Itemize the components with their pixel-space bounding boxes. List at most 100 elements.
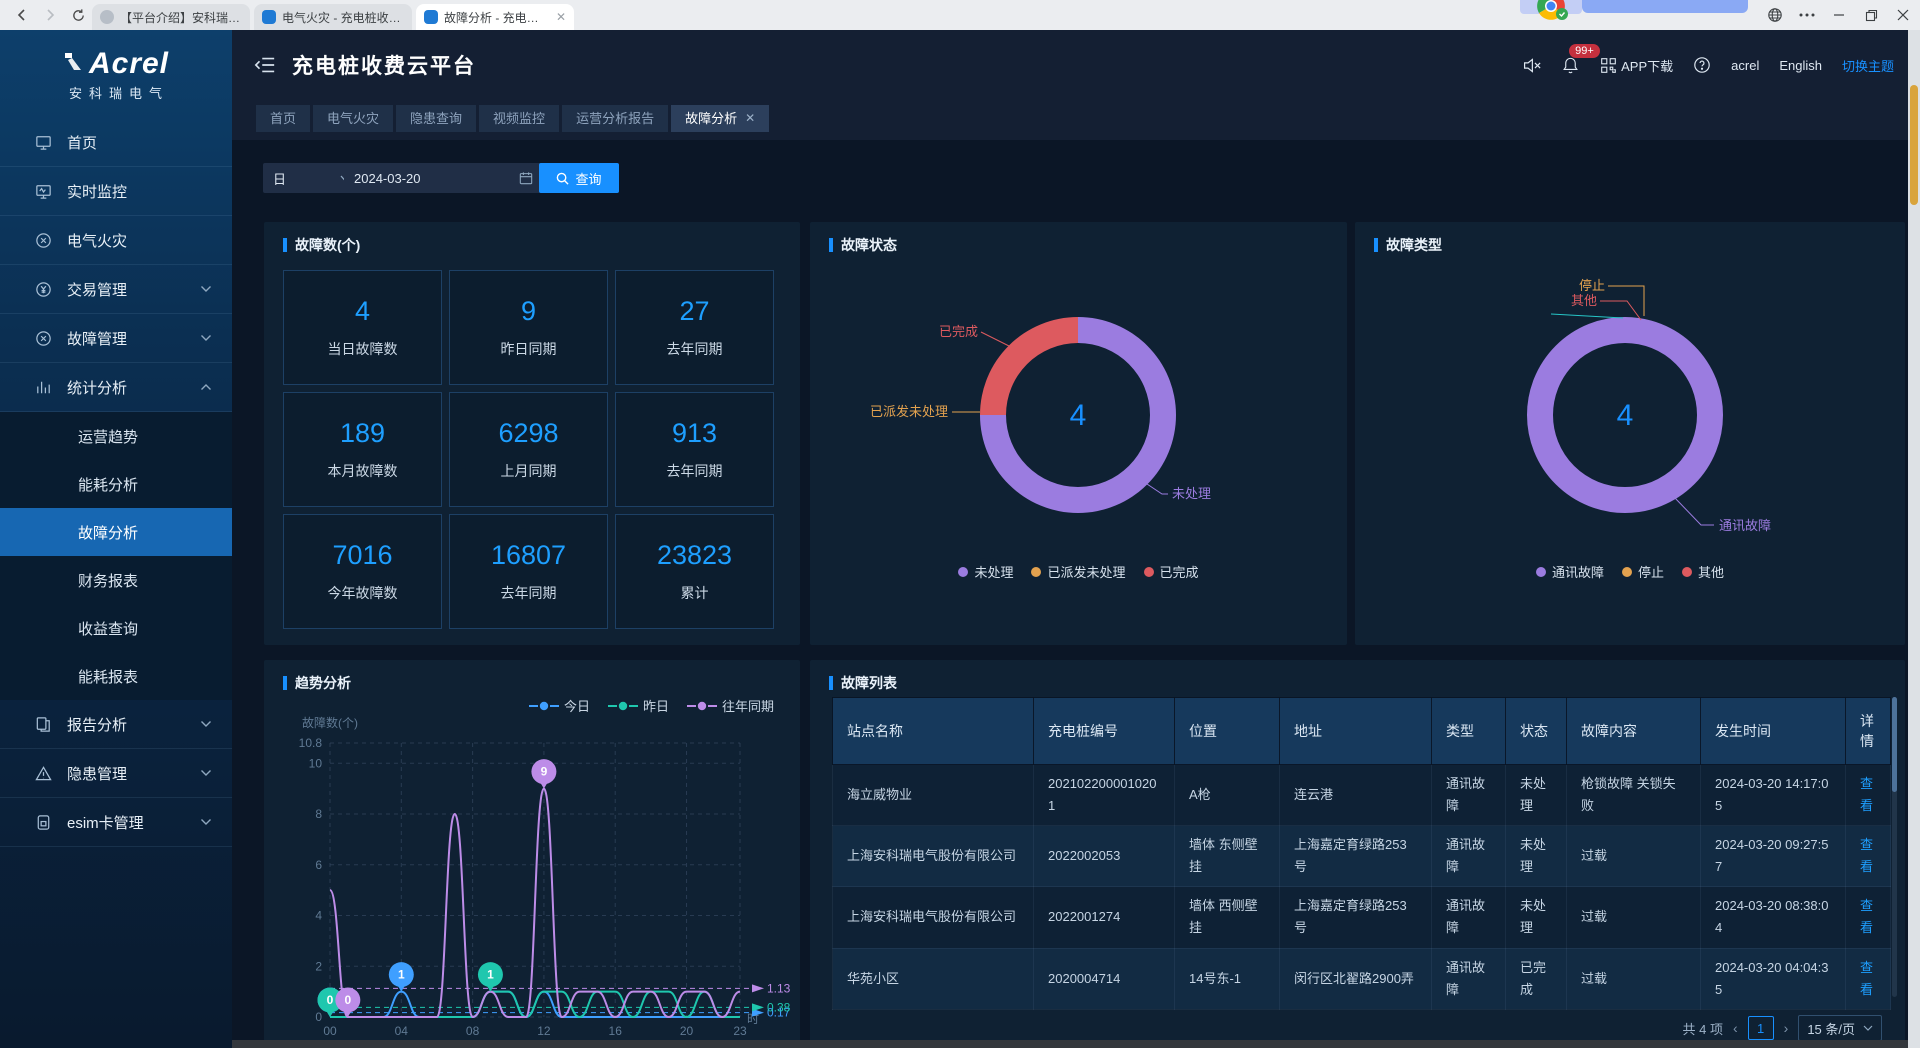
page-tab-0[interactable]: 首页 (256, 105, 310, 132)
legend-dot (1031, 567, 1041, 577)
table-scrollbar[interactable] (1892, 697, 1897, 997)
page-scrollbar[interactable] (1908, 30, 1920, 1048)
tab-close-icon[interactable]: ✕ (745, 105, 755, 132)
page-tab-3[interactable]: 视频监控 (479, 105, 559, 132)
sidebar-subitem-0[interactable]: 运营趋势 (0, 412, 232, 460)
legend-item[interactable]: 通讯故障 (1536, 562, 1604, 581)
sidebar-item-monitor[interactable]: 实时监控 (0, 167, 232, 216)
view-detail-link[interactable]: 查看 (1860, 898, 1873, 935)
sidebar-item-fault[interactable]: 故障管理 (0, 314, 232, 363)
sim-icon (34, 813, 53, 832)
page-tab-5[interactable]: 故障分析✕ (671, 105, 769, 132)
stat-label: 今年故障数 (328, 583, 398, 603)
sidebar-nav: 首页实时监控电气火灾交易管理故障管理统计分析运营趋势能耗分析故障分析财务报表收益… (0, 118, 232, 847)
sidebar-item-label: 首页 (67, 132, 97, 153)
prev-page-button[interactable]: ‹ (1733, 1020, 1738, 1036)
next-page-button[interactable]: › (1784, 1020, 1789, 1036)
browser-tab[interactable]: 【平台介绍】安科瑞AcrelCloud-9 (92, 4, 250, 30)
sidebar-item-label: esim卡管理 (67, 812, 144, 833)
window-close-icon[interactable] (1886, 0, 1920, 30)
notifications-bell-icon[interactable]: 99+ (1561, 56, 1580, 75)
page-tab-2[interactable]: 隐患查询 (396, 105, 476, 132)
table-cell: 查看 (1846, 948, 1891, 1009)
stat-value: 16807 (491, 540, 566, 571)
stat-value: 9 (521, 296, 536, 327)
svg-text:12: 12 (537, 1024, 551, 1038)
page-number[interactable]: 1 (1748, 1016, 1774, 1040)
table-cell: 上海嘉定育绿路253号 (1280, 887, 1432, 948)
browser-tab[interactable]: 故障分析 - 充电桩收费云平台✕ (416, 4, 574, 30)
speaker-mute-icon[interactable] (1522, 56, 1541, 75)
browser-back-icon[interactable] (10, 3, 34, 27)
view-detail-link[interactable]: 查看 (1860, 837, 1873, 874)
table-cell: 查看 (1846, 887, 1891, 948)
browser-globe-icon[interactable] (1758, 0, 1792, 30)
stat-card: 189 本月故障数 (283, 392, 442, 507)
legend-item[interactable]: 已完成 (1144, 562, 1199, 581)
chevron-down-icon (200, 285, 212, 293)
sidebar-collapse-icon[interactable] (254, 54, 276, 76)
sidebar-item-home[interactable]: 首页 (0, 118, 232, 167)
stat-label: 去年同期 (501, 583, 557, 603)
stat-label: 去年同期 (667, 339, 723, 359)
stat-label: 本月故障数 (328, 461, 398, 481)
table-cell: 通讯故障 (1432, 887, 1506, 948)
date-input[interactable]: 2024-03-20 (344, 163, 543, 193)
legend-label: 停止 (1638, 562, 1664, 581)
window-restore-icon[interactable] (1854, 0, 1888, 30)
page-tab-1[interactable]: 电气火灾 (313, 105, 393, 132)
window-minimize-icon[interactable] (1822, 0, 1856, 30)
sidebar-subitem-1[interactable]: 能耗分析 (0, 460, 232, 508)
table-row: 华苑小区202000471414号东-1闵行区北翟路2900弄通讯故障已完成过载… (833, 948, 1891, 1009)
view-detail-link[interactable]: 查看 (1860, 960, 1873, 997)
sidebar-item-trade[interactable]: 交易管理 (0, 265, 232, 314)
sidebar-subitem-4[interactable]: 收益查询 (0, 604, 232, 652)
browser-menu-icon[interactable] (1790, 0, 1824, 30)
app-download-button[interactable]: APP下载 (1600, 56, 1673, 75)
query-button[interactable]: 查询 (539, 163, 619, 193)
browser-profile-icon[interactable] (1536, 0, 1570, 24)
sidebar-subitem-3[interactable]: 财务报表 (0, 556, 232, 604)
help-icon[interactable] (1693, 56, 1711, 74)
legend-item[interactable]: 停止 (1622, 562, 1664, 581)
stat-value: 7016 (332, 540, 392, 571)
stat-value: 27 (679, 296, 709, 327)
legend-item[interactable]: 未处理 (958, 562, 1013, 581)
stat-label: 上月同期 (501, 461, 557, 481)
monitor-icon (34, 182, 53, 201)
svg-text:已完成: 已完成 (939, 324, 978, 339)
sidebar-item-fire[interactable]: 电气火灾 (0, 216, 232, 265)
sidebar-item-hazard[interactable]: 隐患管理 (0, 749, 232, 798)
header-actions: 99+ APP下载 acrel English 切换主题 (1522, 30, 1894, 100)
stat-value: 189 (340, 418, 385, 449)
sidebar-item-label: 报告分析 (67, 714, 127, 735)
language-switch[interactable]: English (1779, 58, 1822, 73)
legend-item[interactable]: 已派发未处理 (1031, 562, 1125, 581)
brand-logo-subtitle: 安科瑞电气 (69, 83, 169, 102)
page-title: 充电桩收费云平台 (292, 50, 476, 80)
theme-switch-link[interactable]: 切换主题 (1842, 56, 1894, 75)
legend-item[interactable]: 其他 (1682, 562, 1724, 581)
page-tab-4[interactable]: 运营分析报告 (562, 105, 668, 132)
sidebar-item-report[interactable]: 报告分析 (0, 700, 232, 749)
sidebar-item-label: 电气火灾 (67, 230, 127, 251)
sidebar-item-sim[interactable]: esim卡管理 (0, 798, 232, 847)
username[interactable]: acrel (1731, 58, 1759, 73)
sidebar-subitem-2[interactable]: 故障分析 (0, 508, 232, 556)
fault-type-panel: 故障类型 停止其他通讯故障4 通讯故障停止其他 (1355, 222, 1905, 645)
fault-list-panel: 故障列表 站点名称充电桩编号位置地址类型状态故障内容发生时间详情 海立威物业20… (810, 660, 1905, 1048)
stat-card: 913去年同期 (615, 392, 774, 507)
sidebar-item-stats[interactable]: 统计分析 (0, 363, 232, 412)
table-cell: 墙体 东侧壁挂 (1175, 826, 1280, 887)
page-scrollbar-thumb[interactable] (1910, 85, 1918, 205)
sidebar-subitem-5[interactable]: 能耗报表 (0, 652, 232, 700)
page-size-select[interactable]: 15 条/页 (1798, 1015, 1882, 1041)
view-detail-link[interactable]: 查看 (1860, 776, 1873, 813)
table-cell: 通讯故障 (1432, 826, 1506, 887)
svg-text:23: 23 (733, 1024, 747, 1038)
tab-close-icon[interactable]: ✕ (556, 10, 566, 24)
browser-refresh-icon[interactable] (66, 3, 90, 27)
browser-tab[interactable]: 电气火灾 - 充电桩收费云平台 (254, 4, 412, 30)
table-cell: 墙体 西侧壁挂 (1175, 887, 1280, 948)
browser-forward-icon[interactable] (38, 3, 62, 27)
